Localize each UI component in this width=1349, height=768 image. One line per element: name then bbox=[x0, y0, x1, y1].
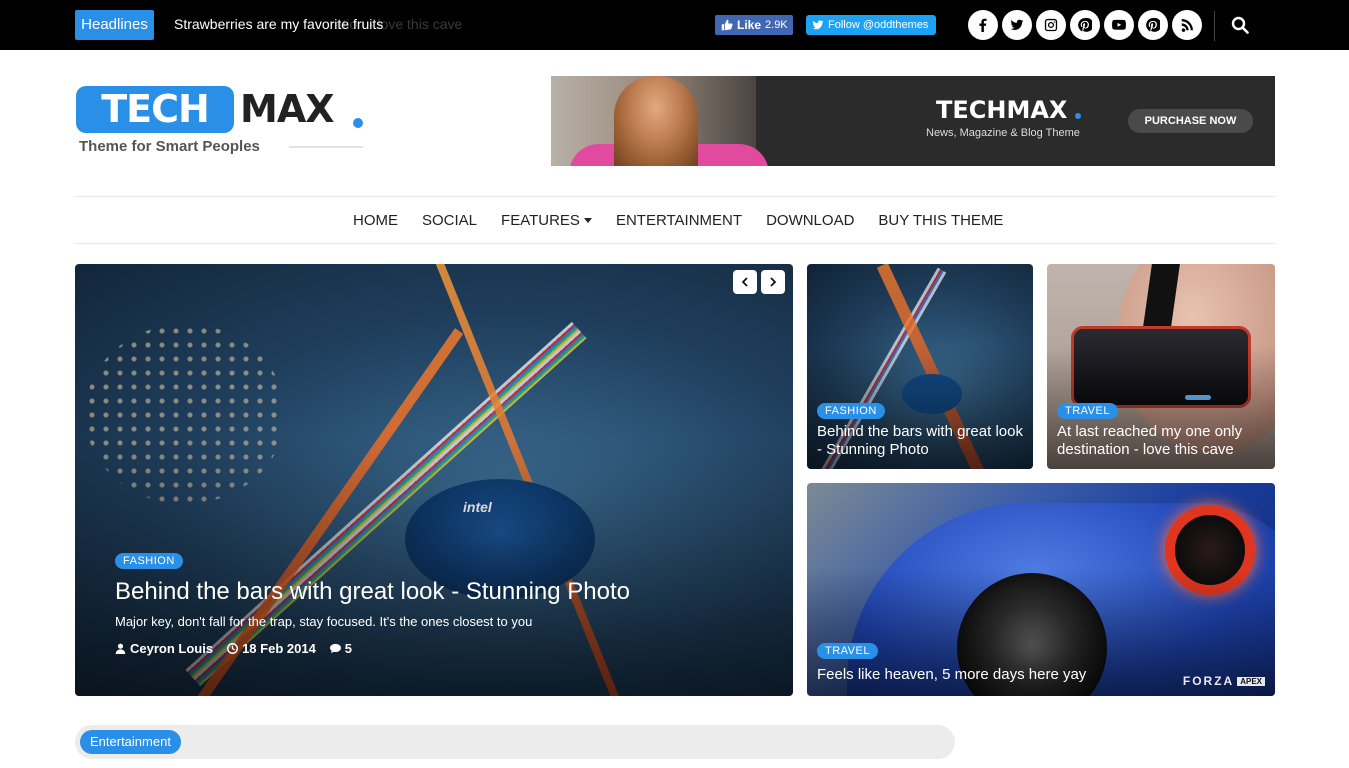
user-icon bbox=[115, 643, 126, 654]
section-header-bar: Entertainment bbox=[75, 725, 955, 759]
date-text: 18 Feb 2014 bbox=[242, 641, 316, 656]
facebook-like-button[interactable]: Like 2.9K bbox=[715, 15, 793, 35]
nav-item-label: DOWNLOAD bbox=[766, 211, 855, 229]
instagram-icon[interactable] bbox=[1036, 10, 1066, 40]
comment-icon bbox=[329, 643, 341, 654]
twitter-follow-button[interactable]: Follow @oddthemes bbox=[806, 15, 936, 35]
youtube-icon[interactable] bbox=[1104, 10, 1134, 40]
thumbs-up-icon bbox=[721, 19, 733, 31]
nav-item-features[interactable]: FEATURES bbox=[501, 212, 592, 229]
post-author[interactable]: Ceyron Louis bbox=[115, 641, 213, 656]
banner-brand: TECHMAX bbox=[936, 96, 1068, 124]
post-comments[interactable]: 5 bbox=[329, 641, 353, 656]
header-banner-ad[interactable]: TECHMAX News, Magazine & Blog Theme PURC… bbox=[551, 76, 1275, 166]
caret-down-icon bbox=[583, 217, 592, 223]
watermark-text: FORZA bbox=[1182, 674, 1235, 688]
facebook-icon[interactable] bbox=[968, 10, 998, 40]
top-bar-divider bbox=[1214, 11, 1215, 41]
logo-dot bbox=[353, 118, 363, 128]
featured-post-small[interactable]: TRAVEL At last reached my one only desti… bbox=[1047, 264, 1275, 469]
post-title[interactable]: Behind the bars with great look - Stunni… bbox=[817, 423, 1032, 459]
category-badge[interactable]: FASHION bbox=[817, 403, 885, 419]
twitter-icon[interactable] bbox=[1002, 10, 1032, 40]
nav-item-buy-this-theme[interactable]: BUY THIS THEME bbox=[878, 212, 1003, 229]
nav-item-home[interactable]: HOME bbox=[353, 212, 398, 229]
slider-next-button[interactable] bbox=[761, 270, 785, 294]
social-icons bbox=[968, 10, 1202, 40]
nav-item-label: BUY THIS THEME bbox=[878, 211, 1004, 229]
nav-item-download[interactable]: DOWNLOAD bbox=[766, 212, 854, 229]
like-count: 2.9K bbox=[765, 19, 788, 31]
post-title[interactable]: Feels like heaven, 5 more days here yay bbox=[817, 666, 1086, 683]
purchase-now-button[interactable]: PURCHASE NOW bbox=[1128, 109, 1253, 133]
image-overlay bbox=[75, 436, 793, 696]
pinterest-icon[interactable] bbox=[1138, 10, 1168, 40]
featured-post-wide[interactable]: TRAVEL Feels like heaven, 5 more days he… bbox=[807, 483, 1275, 696]
banner-photo-person bbox=[614, 76, 698, 166]
chevron-right-icon bbox=[770, 277, 777, 287]
watermark-tag: APEX bbox=[1237, 677, 1265, 687]
chevron-left-icon bbox=[741, 277, 748, 287]
logo-max-text: MAX bbox=[240, 87, 335, 131]
featured-main-post[interactable]: intel FASHION Behind the bars with great… bbox=[75, 264, 793, 696]
nav-item-label: HOME bbox=[353, 211, 398, 229]
pinterest-icon[interactable] bbox=[1070, 10, 1100, 40]
logo-tech-text: TECH bbox=[76, 86, 234, 133]
search-icon[interactable] bbox=[1230, 15, 1250, 35]
ticker-headline-link[interactable]: Strawberries are my favorite fruits bbox=[174, 16, 383, 32]
logo-underline bbox=[289, 146, 363, 148]
post-excerpt: Major key, don't fall for the trap, stay… bbox=[115, 614, 533, 629]
banner-subtitle: News, Magazine & Blog Theme bbox=[926, 127, 1080, 139]
category-badge[interactable]: FASHION bbox=[115, 553, 183, 569]
post-title[interactable]: Behind the bars with great look - Stunni… bbox=[115, 578, 630, 606]
twitter-bird-icon bbox=[812, 20, 824, 30]
like-label: Like bbox=[737, 18, 762, 32]
banner-brand-dot bbox=[1075, 113, 1081, 119]
nav-item-label: ENTERTAINMENT bbox=[615, 211, 743, 229]
site-logo[interactable]: TECH MAX Theme for Smart Peoples bbox=[75, 86, 375, 158]
main-nav: HOME SOCIAL FEATURES ENTERTAINMENT DOWNL… bbox=[75, 196, 1275, 244]
category-badge[interactable]: TRAVEL bbox=[1057, 403, 1118, 419]
image-watermark: FORZA APEX bbox=[1183, 674, 1265, 688]
nav-item-label: SOCIAL bbox=[422, 211, 478, 229]
clock-icon bbox=[227, 643, 239, 654]
top-bar: Headlines ration - love this cave Strawb… bbox=[0, 0, 1349, 50]
section-label-entertainment[interactable]: Entertainment bbox=[80, 730, 181, 754]
post-title[interactable]: At last reached my one only destination … bbox=[1057, 423, 1272, 459]
twitter-follow-label: Follow @oddthemes bbox=[828, 19, 929, 31]
featured-post-small[interactable]: FASHION Behind the bars with great look … bbox=[807, 264, 1033, 469]
nav-item-label: FEATURES bbox=[501, 211, 580, 229]
logo-tagline: Theme for Smart Peoples bbox=[79, 138, 260, 155]
nav-item-social[interactable]: SOCIAL bbox=[422, 212, 477, 229]
post-date: 18 Feb 2014 bbox=[227, 641, 316, 656]
headlines-label: Headlines bbox=[75, 10, 154, 40]
author-name: Ceyron Louis bbox=[130, 641, 214, 656]
nav-item-entertainment[interactable]: ENTERTAINMENT bbox=[616, 212, 742, 229]
post-meta: Ceyron Louis 18 Feb 2014 5 bbox=[115, 641, 352, 656]
slider-prev-button[interactable] bbox=[733, 270, 757, 294]
rss-icon[interactable] bbox=[1172, 10, 1202, 40]
category-badge[interactable]: TRAVEL bbox=[817, 643, 878, 659]
comment-count: 5 bbox=[344, 641, 353, 656]
